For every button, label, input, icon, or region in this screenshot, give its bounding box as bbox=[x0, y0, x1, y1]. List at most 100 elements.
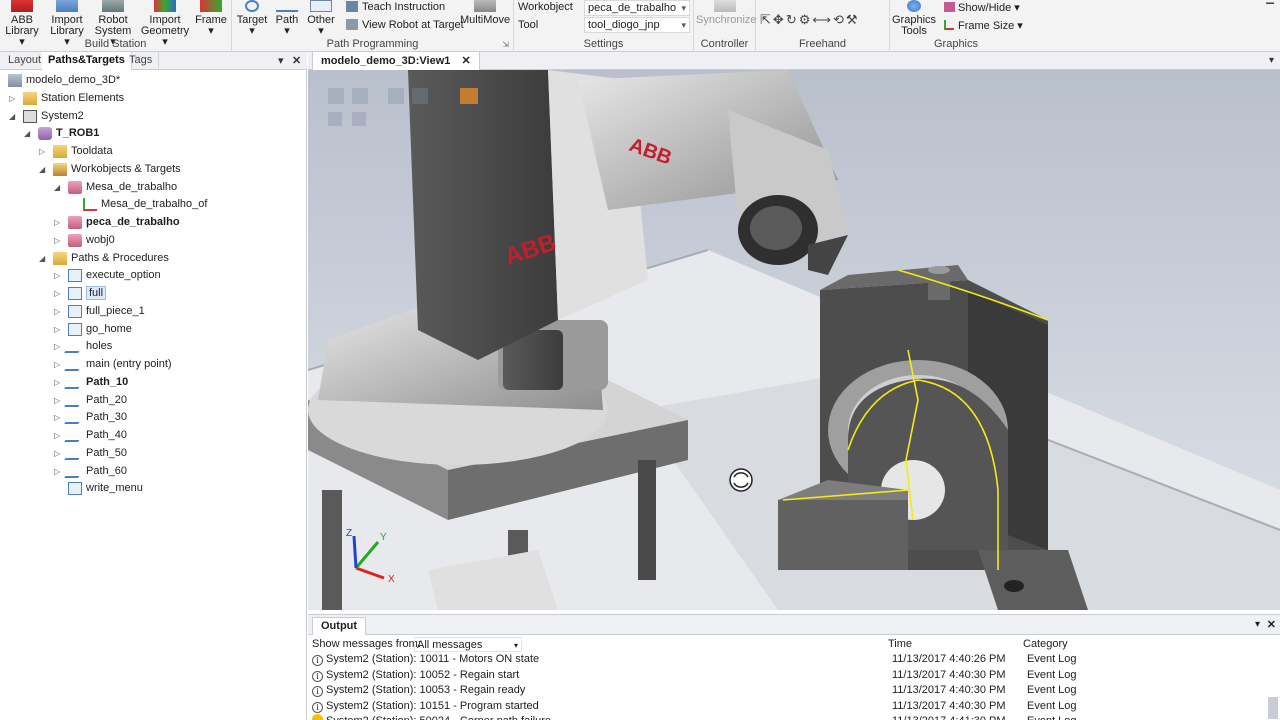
path-button[interactable]: Path ▾ bbox=[272, 0, 302, 37]
target-button[interactable]: Target ▾ bbox=[234, 0, 270, 37]
tree-node[interactable]: ▷ Path_10 bbox=[54, 374, 128, 391]
ribbon-minimize-icon[interactable]: ▔ bbox=[1266, 4, 1274, 15]
output-row[interactable]: i System2 (Station): 10053 - Regain ready… bbox=[312, 683, 1276, 698]
tree-node[interactable]: ▷ holes bbox=[54, 338, 113, 355]
expand-arrow-icon[interactable]: ▷ bbox=[54, 267, 60, 284]
expand-arrow-icon[interactable]: ▷ bbox=[54, 409, 60, 426]
expand-arrow-icon[interactable]: ▷ bbox=[39, 143, 45, 160]
graphics-tools-button[interactable]: Graphics Tools bbox=[892, 0, 936, 37]
folder-icon bbox=[53, 145, 67, 158]
tree-node[interactable]: modelo_demo_3D* bbox=[8, 72, 120, 89]
select-icon[interactable]: ⇱ bbox=[760, 12, 773, 27]
frame-button[interactable]: Frame ▾ bbox=[194, 0, 228, 37]
info-icon: i bbox=[312, 701, 323, 713]
collapse-arrow-icon[interactable]: ◢ bbox=[39, 250, 45, 267]
tree-node[interactable]: ▷ full bbox=[54, 285, 107, 302]
tree-node[interactable]: ▷ peca_de_trabalho bbox=[54, 214, 180, 231]
panel-menu-icon[interactable]: ▾ bbox=[278, 54, 284, 67]
expand-arrow-icon[interactable]: ▷ bbox=[54, 214, 60, 231]
expand-arrow-icon[interactable]: ▷ bbox=[9, 90, 15, 107]
tree-node[interactable]: write_menu bbox=[68, 480, 143, 497]
tool-select[interactable]: tool_diogo_jnp bbox=[584, 17, 690, 33]
tree-node[interactable]: ◢ Workobjects & Targets bbox=[39, 161, 181, 178]
expand-arrow-icon[interactable]: ▷ bbox=[54, 392, 60, 409]
show-hide-button[interactable]: Show/Hide ▾ bbox=[944, 1, 1020, 14]
tree-node[interactable]: ◢ System2 bbox=[9, 108, 84, 125]
column-category-header[interactable]: Category bbox=[1023, 637, 1068, 652]
expand-arrow-icon[interactable]: ▷ bbox=[54, 321, 60, 338]
tree-node[interactable]: ▷ Path_60 bbox=[54, 463, 127, 480]
view-toolbar-active-icon[interactable] bbox=[460, 88, 478, 104]
document-menu-icon[interactable]: ▾ bbox=[1269, 55, 1274, 66]
tree-node-label: wobj0 bbox=[86, 233, 115, 246]
dialog-launcher-icon[interactable]: ⇲ bbox=[502, 40, 509, 49]
tree-node[interactable]: ▷ Path_40 bbox=[54, 427, 127, 444]
group-freehand: ⇱✥↻⚙⟷⟲⚒ Freehand bbox=[756, 0, 890, 52]
tree-node[interactable]: ◢ Mesa_de_trabalho bbox=[54, 179, 177, 196]
output-row[interactable]: i System2 (Station): 10151 - Program star… bbox=[312, 699, 1276, 714]
tree-node[interactable]: ▷ Tooldata bbox=[39, 143, 113, 160]
tree-node[interactable]: ▷ Path_50 bbox=[54, 445, 127, 462]
collapse-arrow-icon[interactable]: ◢ bbox=[54, 179, 60, 196]
output-close-icon[interactable]: ✕ bbox=[1267, 618, 1276, 631]
synchronize-button[interactable]: Synchronize bbox=[696, 0, 757, 26]
tree-node[interactable]: ◢ Paths & Procedures bbox=[39, 250, 169, 267]
tree-node[interactable]: ▷ Station Elements bbox=[9, 90, 124, 107]
tree-node-label: holes bbox=[86, 340, 113, 353]
output-row[interactable]: i System2 (Station): 10011 - Motors ON st… bbox=[312, 652, 1276, 667]
tree-node[interactable]: Mesa_de_trabalho_of bbox=[83, 196, 207, 213]
view-robot-at-target-button[interactable]: View Robot at Target bbox=[346, 19, 464, 31]
jog-linear-icon[interactable]: ⟷ bbox=[812, 12, 833, 27]
filter-select[interactable]: All messages ▾ bbox=[414, 637, 522, 652]
rotate-icon[interactable]: ↻ bbox=[786, 12, 799, 27]
expand-arrow-icon[interactable]: ▷ bbox=[54, 232, 60, 249]
procedure-icon bbox=[68, 287, 82, 300]
tab-paths-targets[interactable]: Paths&Targets bbox=[42, 52, 132, 70]
tab-output[interactable]: Output bbox=[312, 617, 367, 635]
tab-view1[interactable]: modelo_demo_3D:View1 ✕ bbox=[312, 52, 480, 70]
frame-size-button[interactable]: Frame Size ▾ bbox=[944, 19, 1023, 32]
tree-node[interactable]: ▷ full_piece_1 bbox=[54, 303, 145, 320]
tree-node[interactable]: ◢ T_ROB1 bbox=[24, 125, 99, 142]
collapse-arrow-icon[interactable]: ◢ bbox=[39, 161, 45, 178]
expand-arrow-icon[interactable]: ▷ bbox=[54, 427, 60, 444]
tree-node[interactable]: ▷ execute_option bbox=[54, 267, 161, 284]
jog-reorient-icon[interactable]: ⟲ bbox=[833, 12, 846, 27]
other-button[interactable]: Other ▾ bbox=[304, 0, 338, 37]
expand-arrow-icon[interactable]: ▷ bbox=[54, 445, 60, 462]
expand-arrow-icon[interactable]: ▷ bbox=[54, 463, 60, 480]
tree-node[interactable]: ▷ main (entry point) bbox=[54, 356, 172, 373]
rotate-cursor-icon bbox=[729, 468, 753, 492]
group-label-path-programming: Path Programming bbox=[326, 38, 419, 50]
output-row[interactable]: System2 (Station): 50024 - Corner path f… bbox=[312, 714, 1276, 720]
tree-node[interactable]: ▷ Path_20 bbox=[54, 392, 127, 409]
tree-node[interactable]: ▷ go_home bbox=[54, 321, 132, 338]
expand-arrow-icon[interactable]: ▷ bbox=[54, 303, 60, 320]
tree-node[interactable]: ▷ Path_30 bbox=[54, 409, 127, 426]
3d-scene[interactable]: ABB ABB X Y Z bbox=[308, 70, 1280, 610]
3d-viewport[interactable]: ABB ABB X Y Z bbox=[308, 70, 1280, 610]
move-icon[interactable]: ✥ bbox=[773, 12, 786, 27]
teach-instruction-button[interactable]: Teach Instruction bbox=[346, 1, 445, 13]
workobject-select[interactable]: peca_de_trabalho bbox=[584, 0, 690, 16]
collapse-arrow-icon[interactable]: ◢ bbox=[9, 108, 15, 125]
expand-arrow-icon[interactable]: ▷ bbox=[54, 285, 60, 302]
view-tab-close-icon[interactable]: ✕ bbox=[461, 55, 470, 67]
expand-arrow-icon[interactable]: ▷ bbox=[54, 338, 60, 355]
tree-node-label: execute_option bbox=[86, 269, 161, 282]
column-time-header[interactable]: Time bbox=[888, 637, 912, 652]
output-row[interactable]: i System2 (Station): 10052 - Regain start… bbox=[312, 668, 1276, 683]
multimove-button[interactable]: MultiMove bbox=[460, 0, 510, 26]
tab-tags[interactable]: Tags bbox=[123, 52, 160, 70]
jog-joint-icon[interactable]: ⚙ bbox=[799, 12, 813, 27]
tree-node-label: go_home bbox=[86, 322, 132, 335]
expand-arrow-icon[interactable]: ▷ bbox=[54, 356, 60, 373]
tree-node[interactable]: ▷ wobj0 bbox=[54, 232, 115, 249]
panel-close-icon[interactable]: ✕ bbox=[292, 54, 301, 67]
output-scrollbar[interactable] bbox=[1268, 697, 1278, 719]
multi-robot-jog-icon[interactable]: ⚒ bbox=[846, 12, 860, 27]
expand-arrow-icon[interactable]: ▷ bbox=[54, 374, 60, 391]
workpiece-fixture[interactable] bbox=[778, 265, 1088, 610]
output-menu-icon[interactable]: ▾ bbox=[1255, 619, 1260, 630]
collapse-arrow-icon[interactable]: ◢ bbox=[24, 125, 30, 142]
